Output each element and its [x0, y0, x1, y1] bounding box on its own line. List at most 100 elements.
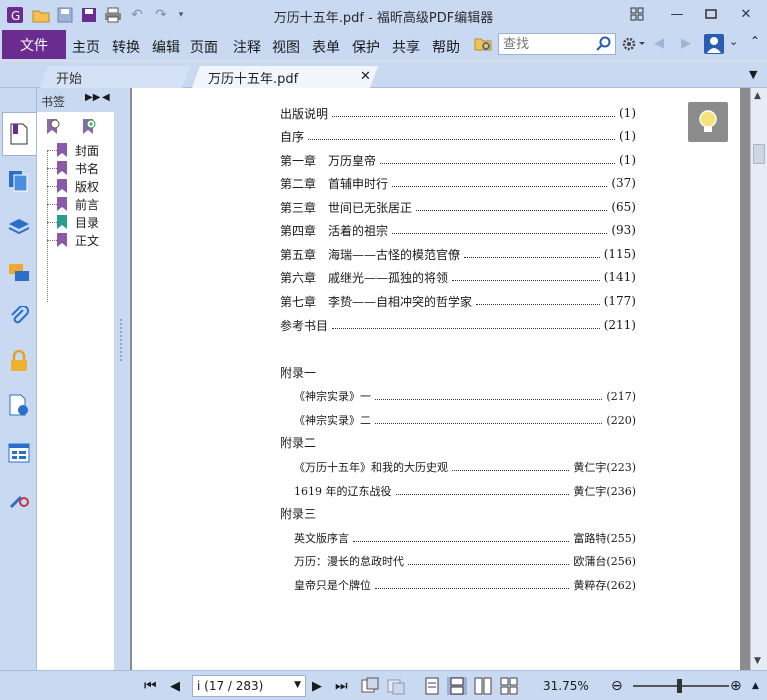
toc-entry[interactable]: 第一章 万历皇帝 (1) [280, 151, 636, 169]
search-input[interactable] [499, 34, 593, 54]
previous-page-icon[interactable]: ◀ [170, 677, 180, 695]
tab-list-icon[interactable]: ▼ [749, 68, 757, 81]
menu-form[interactable]: 表单 [312, 37, 340, 57]
toc-entry[interactable]: 自序 (1) [280, 127, 636, 145]
toc-entry[interactable]: 《神宗实录》一 (217) [294, 387, 636, 405]
toc-leader [395, 493, 570, 495]
panel-expand-icon[interactable]: ▶▶ [85, 92, 100, 103]
toc-entry[interactable]: 万历：漫长的怠政时代 欧蒲台(256) [294, 552, 636, 570]
menu-file[interactable]: 文件 [2, 30, 66, 59]
toc-leader [408, 563, 570, 565]
toc-entry[interactable]: 皇帝只是个牌位 黄粹存(262) [294, 576, 636, 594]
menu-convert[interactable]: 转换 [112, 37, 140, 57]
toc-entry[interactable]: 第二章 首辅申时行 (37) [280, 174, 636, 192]
bookmark-options-icon[interactable] [45, 118, 61, 140]
previous-view-icon[interactable] [361, 677, 379, 695]
panel-splitter[interactable] [114, 88, 130, 670]
menu-view[interactable]: 视图 [272, 37, 300, 57]
zoom-slider[interactable] [633, 679, 729, 693]
toc-leader [353, 540, 570, 542]
zoom-level[interactable]: 31.75% [543, 679, 589, 693]
restore-icon[interactable] [626, 5, 648, 23]
first-page-icon[interactable]: ⏮ [144, 677, 157, 695]
toc-entry[interactable]: 参考书目 (211) [280, 316, 636, 334]
maximize-icon[interactable] [700, 5, 722, 23]
facing-view-icon[interactable] [474, 677, 492, 695]
toc-page: (177) [603, 294, 636, 308]
bookmark-item[interactable]: 版权 [57, 177, 99, 195]
tab-start[interactable]: 开始 [40, 66, 190, 88]
zoom-in-icon[interactable]: ⊕ [730, 677, 742, 695]
scroll-down-icon[interactable]: ▼ [754, 656, 761, 666]
panel-collapse-icon[interactable]: ◀ [102, 92, 110, 103]
tab-close-icon[interactable]: ✕ [360, 69, 371, 84]
toc-entry[interactable]: 英文版序言 富路特(255) [294, 529, 636, 547]
nav-back-icon[interactable]: ◀ [654, 36, 664, 51]
close-icon[interactable]: ✕ [735, 5, 757, 23]
user-menu-icon[interactable]: ⌄ [729, 35, 738, 48]
toc-entry[interactable]: 第四章 活着的祖宗 (93) [280, 221, 636, 239]
toc-entry[interactable]: 《万历十五年》和我的大历史观 黄仁宇(223) [294, 458, 636, 476]
continuous-facing-view-icon[interactable] [500, 677, 518, 695]
bookmark-item[interactable]: 书名 [57, 159, 99, 177]
toc-entry[interactable]: 第三章 世间已无张居正 (65) [280, 198, 636, 216]
menu-protect[interactable]: 保护 [352, 37, 380, 57]
add-bookmark-icon[interactable] [81, 118, 97, 140]
layers-panel-icon[interactable] [6, 214, 32, 240]
toc-page: (1) [619, 106, 636, 120]
bookmark-item-current[interactable]: 目录 [57, 213, 99, 231]
bookmark-tree-branch [47, 222, 57, 223]
continuous-view-icon[interactable] [447, 677, 467, 695]
bookmark-panel-icon[interactable] [6, 121, 32, 147]
page-dropdown-icon[interactable]: ▼ [294, 680, 301, 690]
find-folder-icon[interactable] [474, 36, 492, 56]
ribbon-collapse-icon[interactable]: ⌃ [750, 34, 760, 48]
search-icon[interactable] [596, 36, 612, 56]
scroll-up-icon[interactable]: ▲ [754, 91, 761, 101]
menu-edit[interactable]: 编辑 [152, 37, 180, 57]
attachments-panel-icon[interactable] [6, 304, 32, 330]
zoom-menu-icon[interactable]: ▲ [752, 677, 759, 695]
toc-entry[interactable]: 1619 年的辽东战役 黄仁宇(236) [294, 482, 636, 500]
splitter-grip[interactable] [119, 318, 123, 362]
next-page-icon[interactable]: ▶ [312, 677, 322, 695]
menu-home[interactable]: 主页 [72, 37, 100, 57]
comments-panel-icon[interactable] [6, 260, 32, 286]
content-panel-icon[interactable] [6, 440, 32, 466]
bookmark-item[interactable]: 前言 [57, 195, 99, 213]
single-page-view-icon[interactable] [425, 677, 439, 695]
toc-page: (37) [611, 176, 636, 190]
zoom-slider-knob[interactable] [677, 679, 682, 693]
minimize-icon[interactable]: — [666, 5, 688, 23]
lightbulb-tip-icon[interactable] [688, 102, 728, 142]
bookmark-item[interactable]: 正文 [57, 231, 99, 249]
last-page-icon[interactable]: ⏭ [335, 677, 348, 695]
nav-forward-icon[interactable]: ▶ [681, 36, 691, 51]
security-panel-icon[interactable] [6, 348, 32, 374]
search-box[interactable] [498, 33, 616, 55]
menu-share[interactable]: 共享 [392, 37, 420, 57]
toc-entry[interactable]: 第六章 戚继光——孤独的将领 (141) [280, 268, 636, 286]
menu-help[interactable]: 帮助 [432, 37, 460, 57]
zoom-out-icon[interactable]: ⊖ [611, 677, 623, 695]
menu-comment[interactable]: 注释 [233, 37, 261, 57]
appendix-heading: 附录二 [280, 436, 317, 450]
toc-entry[interactable]: 《神宗实录》二 (220) [294, 411, 636, 429]
next-view-icon[interactable] [387, 677, 405, 695]
menu-page[interactable]: 页面 [190, 37, 218, 57]
certificates-panel-icon[interactable] [6, 486, 32, 512]
bookmark-item[interactable]: 封面 [57, 141, 99, 159]
tab-document[interactable]: 万历十五年.pdf [192, 66, 378, 88]
status-bar: ⏮ ◀ i (17 / 283) ▼ ▶ ⏭ 31.75% ⊖ ⊕ ▲ [0, 670, 767, 700]
vertical-scrollbar[interactable]: ▲ ▼ [750, 88, 767, 670]
page-number-field[interactable]: i (17 / 283) ▼ [192, 675, 306, 697]
scrollbar-thumb[interactable] [753, 144, 765, 164]
user-avatar-icon[interactable] [704, 34, 724, 58]
signatures-panel-icon[interactable] [6, 392, 32, 418]
bookmark-flag-icon [57, 179, 67, 193]
settings-icon[interactable] [621, 36, 645, 56]
pages-panel-icon[interactable] [6, 168, 32, 194]
toc-entry[interactable]: 第七章 李贽——自相冲突的哲学家 (177) [280, 292, 636, 310]
toc-entry[interactable]: 出版说明 (1) [280, 104, 636, 122]
toc-entry[interactable]: 第五章 海瑞——古怪的模范官僚 (115) [280, 245, 636, 263]
